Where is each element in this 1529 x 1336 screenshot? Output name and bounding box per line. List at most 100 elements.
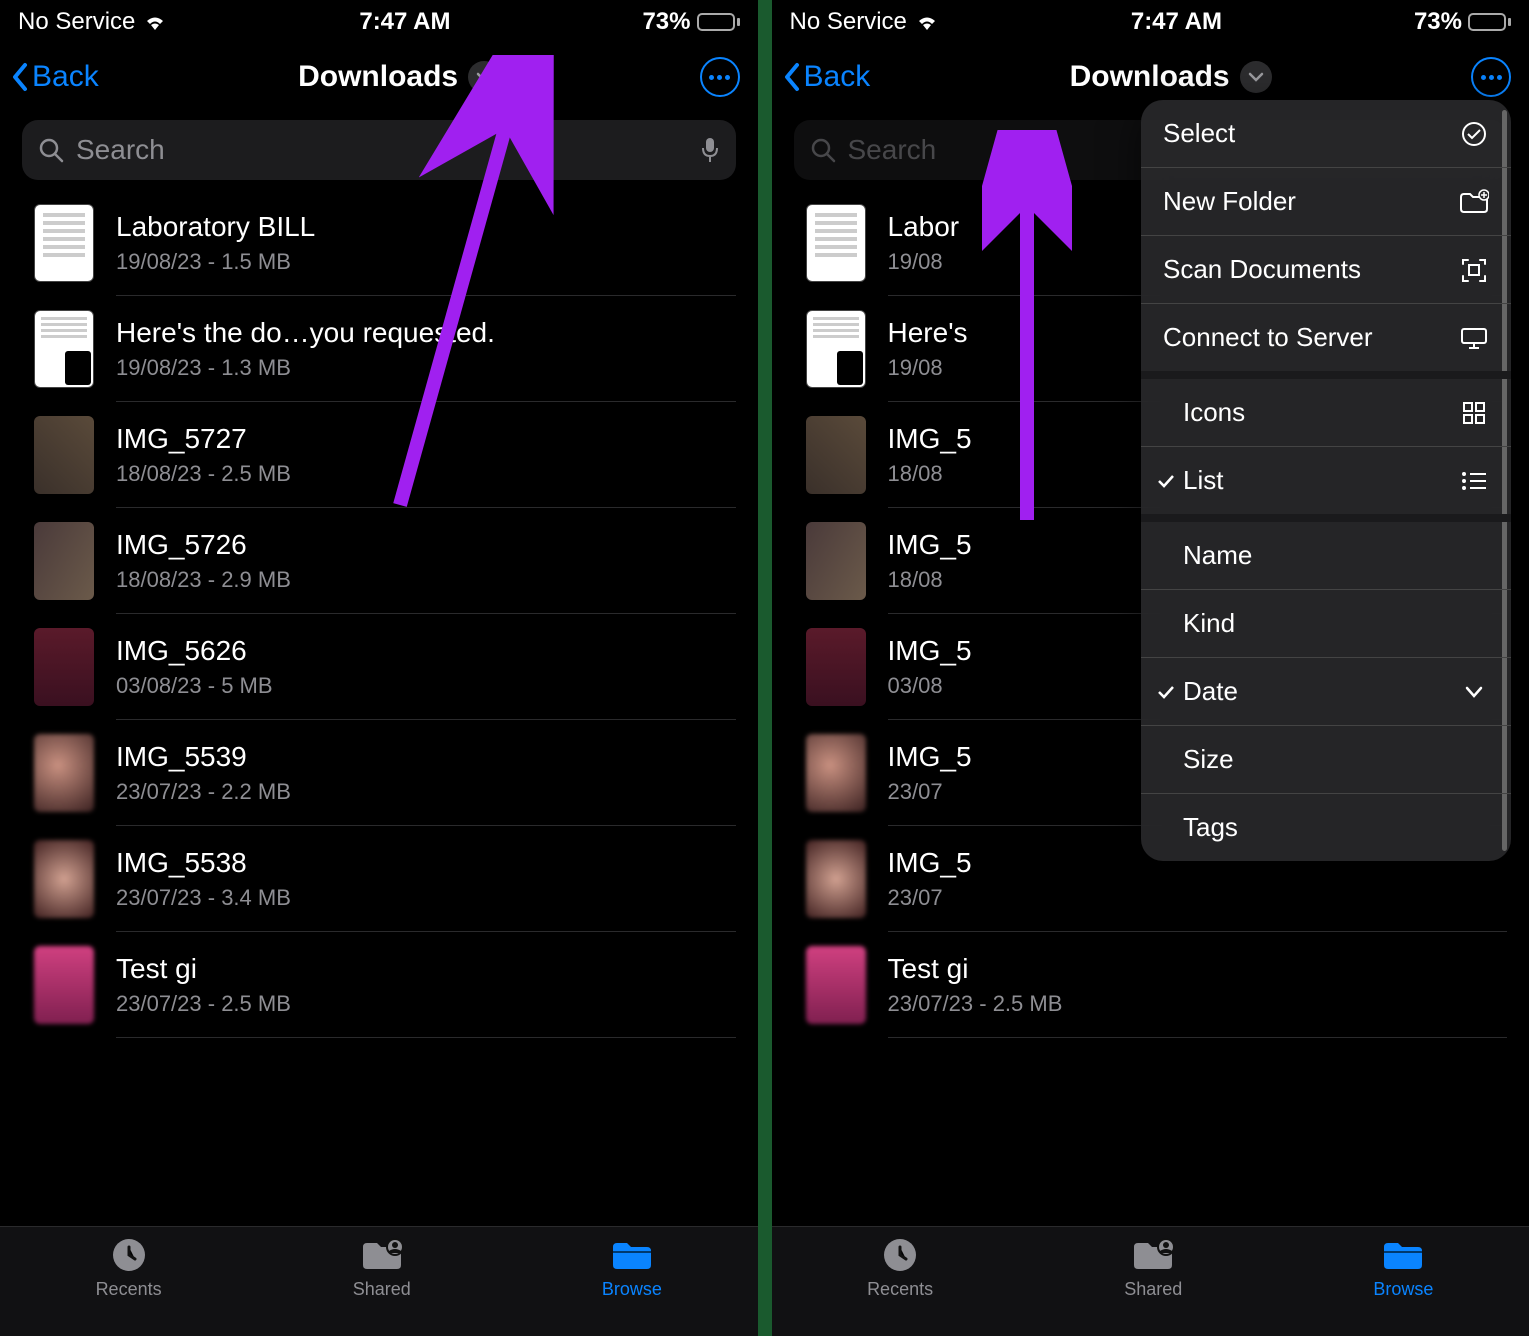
nav-title[interactable]: Downloads xyxy=(1070,60,1272,94)
menu-label: Date xyxy=(1183,676,1238,707)
menu-label: Kind xyxy=(1183,608,1235,639)
folder-icon xyxy=(1380,1235,1426,1275)
tab-recents[interactable]: Recents xyxy=(96,1235,162,1300)
file-title: Here's the do…you requested. xyxy=(116,317,736,349)
list-item[interactable]: Here's the do…you requested. 19/08/23 - … xyxy=(0,296,758,402)
list-item[interactable]: Test gi 23/07/23 - 2.5 MB xyxy=(772,932,1529,1038)
list-item[interactable]: Laboratory BILL 19/08/23 - 1.5 MB xyxy=(0,190,758,296)
tab-browse[interactable]: Browse xyxy=(602,1235,662,1300)
file-thumbnail xyxy=(34,946,94,1024)
menu-sort-kind[interactable]: Kind xyxy=(1141,590,1511,658)
more-button[interactable] xyxy=(1471,57,1511,97)
file-title: Test gi xyxy=(116,953,736,985)
file-thumbnail xyxy=(806,840,866,918)
chevron-left-icon xyxy=(10,61,30,93)
battery-percent: 73% xyxy=(1414,8,1462,36)
menu-scan-documents[interactable]: Scan Documents xyxy=(1141,236,1511,304)
tab-label: Shared xyxy=(1124,1279,1182,1300)
search-input[interactable]: Search xyxy=(22,120,736,180)
list-icon xyxy=(1459,466,1489,496)
list-item[interactable]: IMG_5538 23/07/23 - 3.4 MB xyxy=(0,826,758,932)
file-subtitle: 18/08/23 - 2.5 MB xyxy=(116,461,736,487)
back-button[interactable]: Back xyxy=(10,60,99,94)
tab-label: Browse xyxy=(602,1279,662,1300)
file-thumbnail xyxy=(806,310,866,388)
clock-icon xyxy=(106,1235,152,1275)
clock: 7:47 AM xyxy=(1131,8,1222,36)
file-subtitle: 18/08/23 - 2.9 MB xyxy=(116,567,736,593)
menu-sort-size[interactable]: Size xyxy=(1141,726,1511,794)
phone-right: No Service 7:47 AM 73% Back Downloads xyxy=(772,0,1529,1336)
status-bar: No Service 7:47 AM 73% xyxy=(0,0,758,40)
checkmark-icon xyxy=(1155,682,1177,702)
menu-label: Name xyxy=(1183,540,1252,571)
list-item[interactable]: IMG_5626 03/08/23 - 5 MB xyxy=(0,614,758,720)
scan-icon xyxy=(1459,255,1489,285)
menu-view-list[interactable]: List xyxy=(1141,447,1511,522)
tab-label: Recents xyxy=(867,1279,933,1300)
file-thumbnail xyxy=(34,840,94,918)
service-text: No Service xyxy=(18,8,135,36)
chevron-down-icon xyxy=(1459,677,1489,707)
search-icon xyxy=(810,137,836,163)
menu-new-folder[interactable]: New Folder xyxy=(1141,168,1511,236)
file-thumbnail xyxy=(34,310,94,388)
tab-shared[interactable]: Shared xyxy=(1124,1235,1182,1300)
menu-sort-name[interactable]: Name xyxy=(1141,522,1511,590)
status-bar: No Service 7:47 AM 73% xyxy=(772,0,1529,40)
menu-sort-tags[interactable]: Tags xyxy=(1141,794,1511,861)
folder-icon xyxy=(609,1235,655,1275)
list-item[interactable]: Test gi 23/07/23 - 2.5 MB xyxy=(0,932,758,1038)
file-subtitle: 19/08/23 - 1.5 MB xyxy=(116,249,736,275)
file-thumbnail xyxy=(806,628,866,706)
battery-icon xyxy=(1468,13,1511,31)
file-subtitle: 23/07/23 - 2.5 MB xyxy=(888,991,1508,1017)
tab-label: Browse xyxy=(1373,1279,1433,1300)
file-thumbnail xyxy=(34,416,94,494)
file-subtitle: 19/08/23 - 1.3 MB xyxy=(116,355,736,381)
phone-left: No Service 7:47 AM 73% Back Downloads xyxy=(0,0,758,1336)
wifi-icon xyxy=(915,12,939,32)
file-title: Test gi xyxy=(888,953,1508,985)
mic-icon[interactable] xyxy=(700,136,720,164)
menu-label: Select xyxy=(1163,118,1235,149)
file-thumbnail xyxy=(806,522,866,600)
file-title: IMG_5538 xyxy=(116,847,736,879)
battery-icon xyxy=(697,13,740,31)
tab-recents[interactable]: Recents xyxy=(867,1235,933,1300)
file-title: IMG_5626 xyxy=(116,635,736,667)
menu-connect-server[interactable]: Connect to Server xyxy=(1141,304,1511,379)
search-placeholder: Search xyxy=(76,134,165,166)
more-icon xyxy=(1481,75,1502,80)
more-button[interactable] xyxy=(700,57,740,97)
file-title: IMG_5727 xyxy=(116,423,736,455)
file-list[interactable]: Laboratory BILL 19/08/23 - 1.5 MB Here's… xyxy=(0,190,758,1226)
file-thumbnail xyxy=(806,734,866,812)
menu-label: Scan Documents xyxy=(1163,254,1361,285)
menu-label: New Folder xyxy=(1163,186,1296,217)
title-chevron-icon[interactable] xyxy=(468,61,500,93)
tab-browse[interactable]: Browse xyxy=(1373,1235,1433,1300)
tab-bar: Recents Shared Browse xyxy=(772,1226,1529,1336)
file-subtitle: 23/07/23 - 2.2 MB xyxy=(116,779,736,805)
tab-shared[interactable]: Shared xyxy=(353,1235,411,1300)
list-item[interactable]: IMG_5726 18/08/23 - 2.9 MB xyxy=(0,508,758,614)
check-circle-icon xyxy=(1459,119,1489,149)
list-item[interactable]: IMG_5727 18/08/23 - 2.5 MB xyxy=(0,402,758,508)
back-button[interactable]: Back xyxy=(782,60,871,94)
menu-label: List xyxy=(1183,465,1223,496)
title-chevron-icon[interactable] xyxy=(1240,61,1272,93)
menu-label: Connect to Server xyxy=(1163,322,1373,353)
server-icon xyxy=(1459,323,1489,353)
menu-sort-date[interactable]: Date xyxy=(1141,658,1511,726)
page-title: Downloads xyxy=(298,60,458,94)
clock-icon xyxy=(877,1235,923,1275)
file-thumbnail xyxy=(806,416,866,494)
menu-view-icons[interactable]: Icons xyxy=(1141,379,1511,447)
list-item[interactable]: IMG_5539 23/07/23 - 2.2 MB xyxy=(0,720,758,826)
file-subtitle: 23/07/23 - 3.4 MB xyxy=(116,885,736,911)
file-thumbnail xyxy=(34,204,94,282)
back-label: Back xyxy=(32,60,99,94)
nav-title[interactable]: Downloads xyxy=(298,60,500,94)
menu-select[interactable]: Select xyxy=(1141,100,1511,168)
